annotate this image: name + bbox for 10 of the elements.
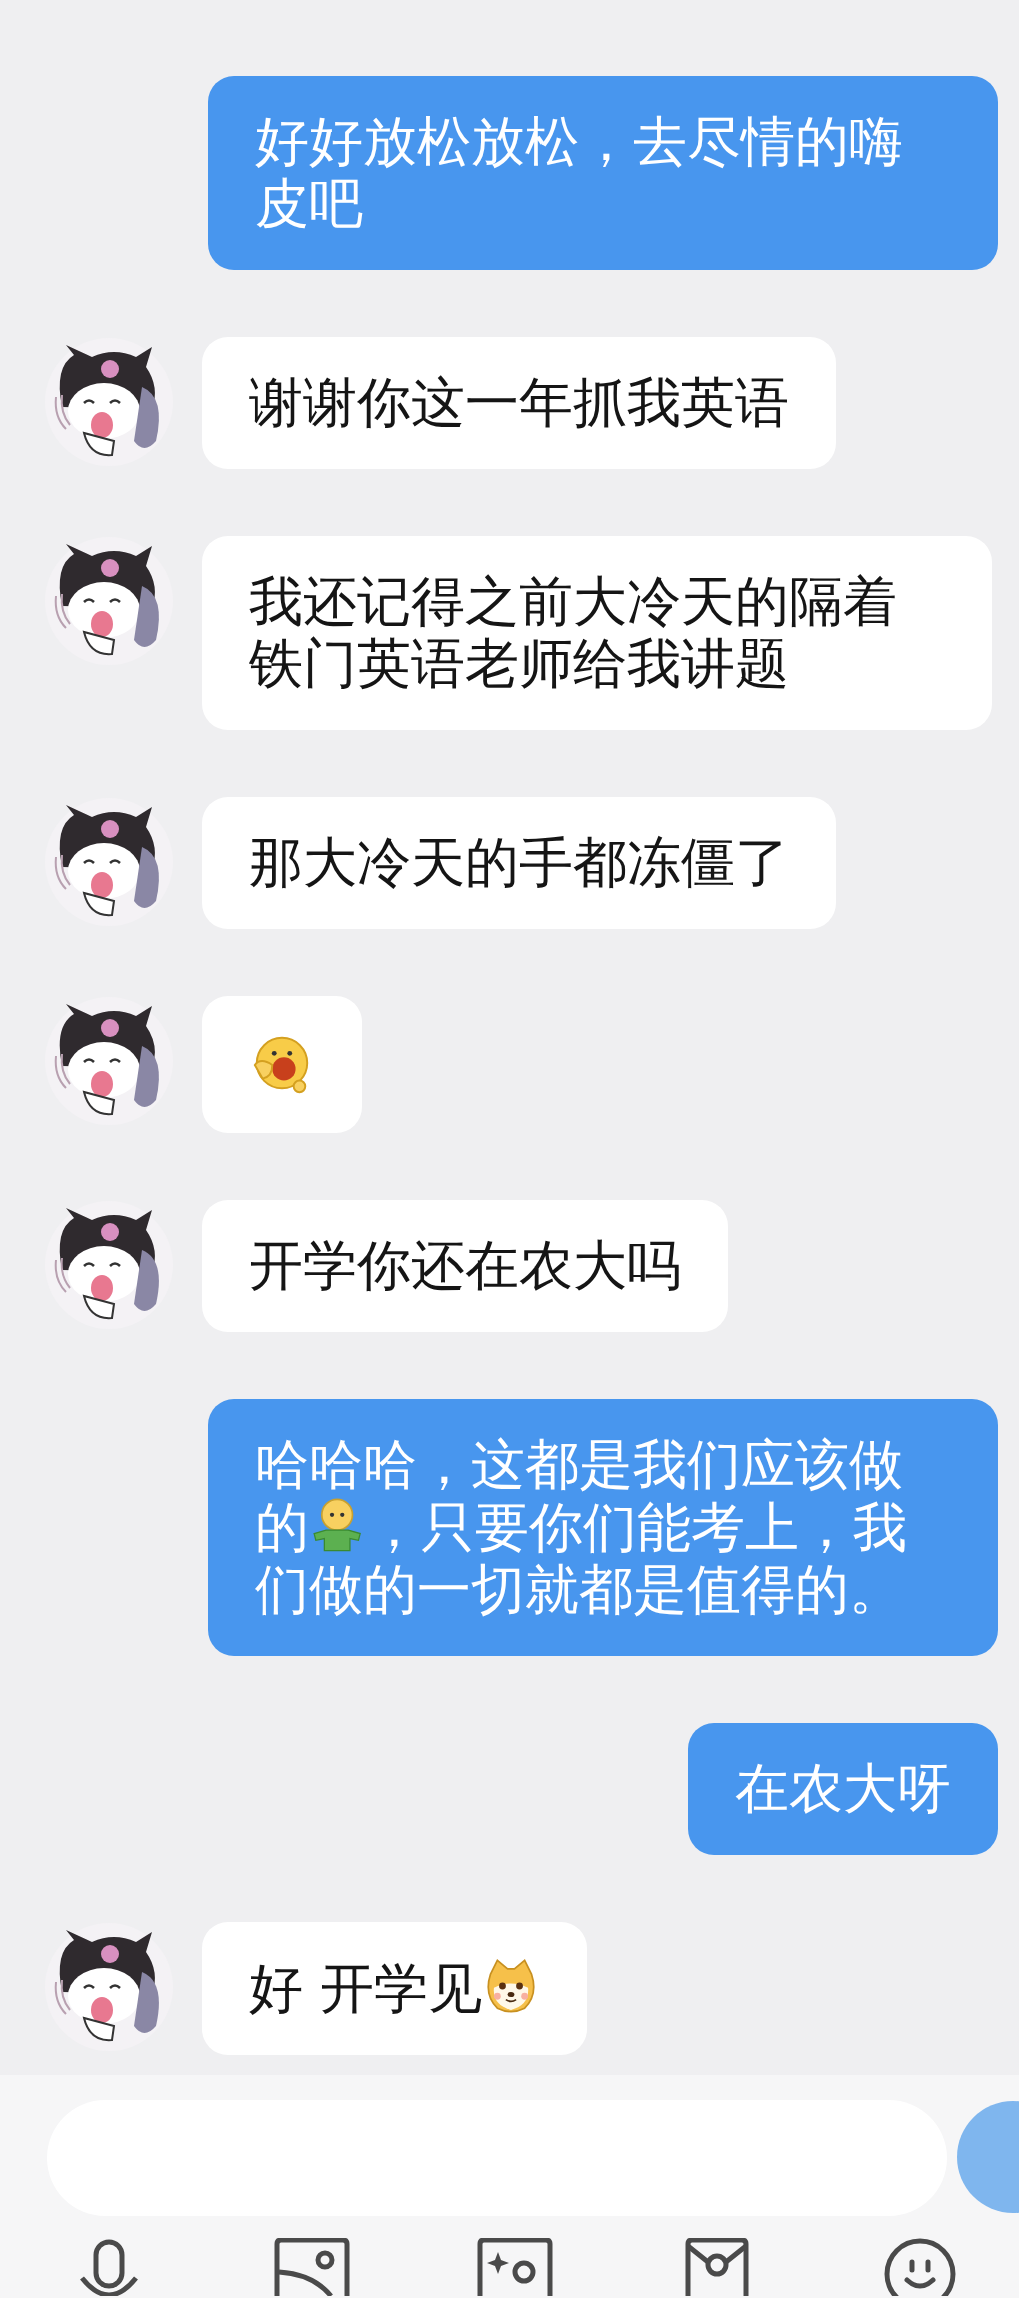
message-text: 在农大呀 <box>735 1757 951 1821</box>
message-text: 好 开学见 <box>249 1957 541 2021</box>
message-text: 那大冷天的手都冻僵了 <box>249 831 789 894</box>
message-text: 谢谢你这一年抓我英语 <box>249 371 789 434</box>
message-text: 开学你还在农大吗 <box>249 1234 681 1298</box>
message-text: 哈哈哈，这都是我们应该做的 ，只要你们能考上，我们做的一切就都是值得的。 <box>255 1433 907 1622</box>
sparkle-image-icon[interactable] <box>475 2238 554 2296</box>
message-text: 我还记得之前大冷天的隔着铁门英语老师给我讲题 <box>249 570 897 695</box>
image-icon[interactable] <box>272 2238 351 2296</box>
message-text: 好好放松放松，去尽情的嗨皮吧 <box>255 110 903 235</box>
